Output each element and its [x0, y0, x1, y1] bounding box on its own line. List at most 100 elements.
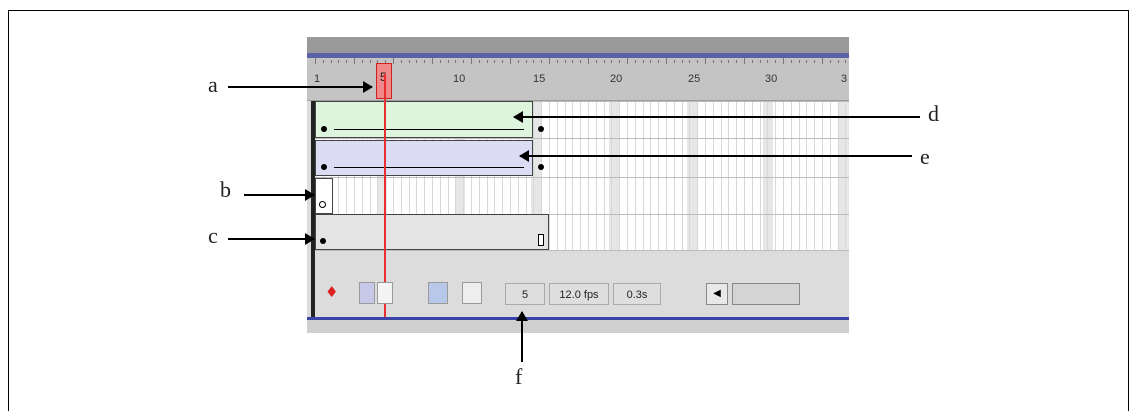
ruler-tick — [502, 60, 504, 63]
frame-cell-divider — [829, 101, 831, 251]
ruler-tick — [642, 60, 644, 63]
ruler-tick — [658, 60, 660, 63]
end-keyframe — [538, 126, 544, 132]
ruler-tick — [751, 60, 753, 63]
keyframe-marker — [320, 238, 326, 244]
ruler-tick — [634, 60, 636, 63]
frame-cell-divider — [720, 101, 722, 251]
ruler-tick — [759, 60, 761, 63]
frame-cell-divider — [822, 101, 823, 251]
ruler-tick — [361, 60, 363, 63]
ruler-tick — [837, 60, 839, 63]
ruler-label-30: 30 — [765, 73, 778, 85]
layer-row-divider — [315, 250, 849, 251]
ruler-tick — [338, 60, 340, 63]
ruler-label-15: 15 — [533, 73, 546, 85]
callout-b-arrow — [244, 189, 315, 201]
edit-multiple-frames-button[interactable] — [428, 282, 448, 304]
static-frame-span[interactable] — [315, 214, 549, 250]
ruler-tick — [611, 60, 613, 63]
frame-cell-divider — [572, 101, 574, 251]
ruler-tick — [549, 58, 550, 64]
end-of-span-marker — [538, 234, 544, 246]
ruler-tick — [517, 60, 519, 63]
frame-cell-divider — [564, 101, 566, 251]
ruler-label-25: 25 — [688, 73, 701, 85]
ruler-tick — [705, 58, 706, 64]
ruler-tick — [619, 60, 621, 63]
timeline-status-bar: ♦ 5 12.0 fps 0.3s ◀ — [315, 279, 849, 309]
frame-cell-divider — [806, 101, 808, 251]
callout-f-label: f — [515, 364, 523, 389]
callout-b-label: b — [220, 177, 231, 202]
ruler-tick — [798, 60, 800, 63]
ruler-tick — [564, 60, 566, 63]
ruler-tick — [432, 58, 433, 64]
ruler-label-1: 1 — [314, 73, 321, 85]
end-keyframe — [538, 164, 544, 170]
frame-cell-divider — [611, 101, 613, 251]
ruler-tick — [541, 60, 543, 63]
frame-cell-divider — [744, 101, 745, 251]
ruler-tick — [673, 60, 675, 63]
ruler-tick — [681, 60, 683, 63]
current-frame-field: 5 — [505, 283, 545, 305]
onion-skin-button[interactable] — [359, 282, 375, 304]
callout-e-label: e — [920, 144, 930, 169]
timeline-title-bar — [307, 37, 849, 58]
frame-cell-divider — [751, 101, 753, 251]
scroll-left-icon[interactable]: ◀ — [706, 283, 728, 305]
ruler-tick — [533, 60, 535, 63]
shape-tween-span[interactable] — [315, 140, 544, 176]
ruler-tick — [580, 60, 582, 63]
frame-cell-divider — [595, 101, 597, 251]
frame-cell-divider — [634, 101, 636, 251]
horizontal-scrollbar[interactable] — [732, 283, 800, 305]
frame-cell-divider — [798, 101, 800, 251]
frame-cell-divider — [580, 101, 582, 251]
ruler-tick — [315, 58, 316, 64]
ruler-tick — [790, 60, 792, 63]
frame-cell-divider — [697, 101, 699, 251]
ruler-tick — [806, 60, 808, 63]
ruler-tick — [510, 58, 511, 64]
ruler-tick — [354, 58, 355, 64]
ruler-label-35: 3 — [841, 73, 848, 85]
ruler-tick — [829, 60, 831, 63]
callout-f-arrow — [516, 311, 528, 362]
ruler-tick — [588, 58, 589, 64]
ruler-tick — [595, 60, 597, 63]
modify-onion-markers-button[interactable] — [462, 282, 482, 304]
ruler-tick — [728, 60, 730, 63]
elapsed-time-field: 0.3s — [613, 283, 661, 305]
center-frame-icon[interactable]: ♦ — [325, 283, 338, 301]
ruler-tick — [767, 60, 769, 63]
ruler-tick — [744, 58, 745, 64]
blank-keyframe[interactable] — [315, 178, 333, 214]
frame-cell-divider — [556, 101, 558, 251]
callout-c-label: c — [208, 223, 218, 248]
frame-cell-divider — [689, 101, 691, 251]
frame-cell-divider — [783, 101, 784, 251]
ruler-tick — [525, 60, 527, 63]
ruler-label-20: 20 — [610, 73, 623, 85]
frame-cell-divider — [627, 101, 628, 251]
ruler-tick — [720, 60, 722, 63]
timeline-panel: 1 10 15 20 25 30 3 5 ♦ 5 12.0 fps 0.3s ◀ — [307, 37, 849, 333]
empty-keyframe-marker — [319, 201, 326, 208]
frame-cell-divider — [712, 101, 714, 251]
frame-cell-divider — [658, 101, 660, 251]
frame-cell-divider — [673, 101, 675, 251]
ruler-tick — [393, 58, 394, 64]
onion-skin-outlines-button[interactable] — [377, 282, 393, 304]
callout-a-arrow — [228, 81, 373, 93]
motion-tween-span[interactable] — [315, 101, 544, 138]
start-keyframe — [321, 164, 327, 170]
ruler-tick — [845, 60, 847, 63]
ruler-tick — [408, 60, 410, 63]
timeline-footer — [307, 320, 849, 333]
frame-cell-divider — [728, 101, 730, 251]
frame-cell-divider — [759, 101, 761, 251]
ruler-tick — [400, 60, 402, 63]
frame-cell-divider — [666, 101, 667, 251]
